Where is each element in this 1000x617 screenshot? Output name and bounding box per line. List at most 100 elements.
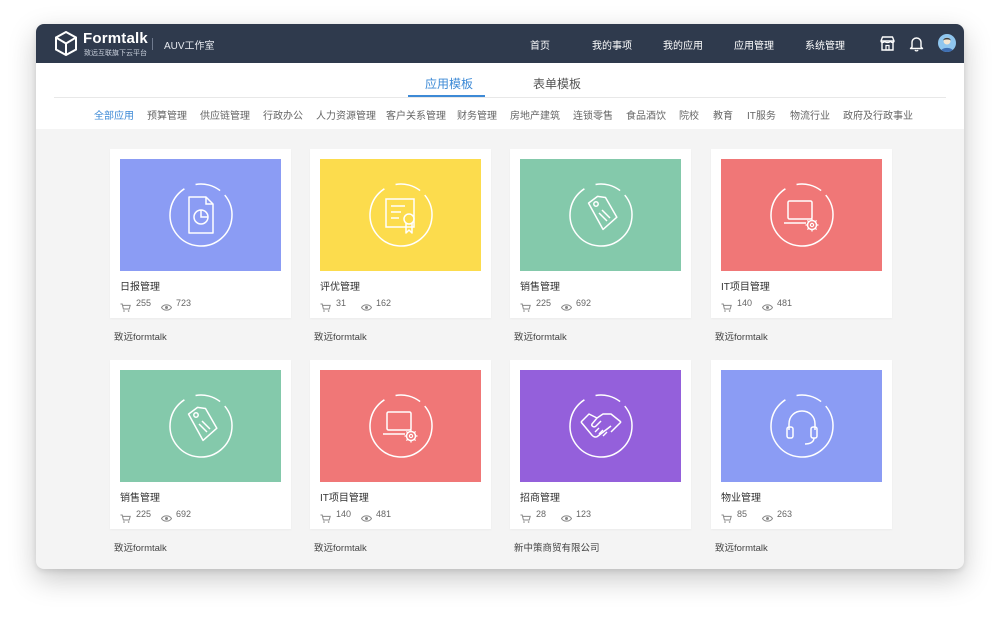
template-author: 新中策商贸有限公司 [514, 543, 600, 554]
nav-app-management[interactable]: 应用管理 [734, 37, 774, 52]
template-card[interactable]: 评优管理 31 162 [310, 149, 491, 318]
template-filter-area: 应用模板 表单模板 全部应用 预算管理 供应链管理 行政办公 人力资源管理 客户… [36, 63, 964, 129]
template-title[interactable]: 日报管理 [120, 278, 160, 293]
category-it-services[interactable]: IT服务 [747, 107, 776, 122]
category-supply-chain[interactable]: 供应链管理 [200, 107, 250, 122]
category-education[interactable]: 教育 [713, 107, 733, 122]
bell-icon[interactable] [908, 35, 925, 52]
eye-icon [761, 510, 774, 522]
logo-divider [152, 38, 153, 50]
view-count: 162 [376, 298, 392, 308]
template-title[interactable]: 物业管理 [721, 489, 761, 504]
template-author: 致远formtalk [514, 332, 567, 343]
template-card[interactable]: 招商管理 28 123 [510, 360, 691, 529]
cart-icon [520, 510, 531, 523]
price-tag-icon [569, 183, 633, 247]
category-crm[interactable]: 客户关系管理 [386, 107, 446, 122]
nav-my-apps[interactable]: 我的应用 [663, 37, 703, 52]
template-card[interactable]: 日报管理 255 723 [110, 149, 291, 318]
category-all[interactable]: 全部应用 [94, 107, 134, 122]
template-thumbnail[interactable] [320, 159, 481, 271]
template-author: 致远formtalk [114, 543, 167, 554]
view-count: 692 [176, 509, 192, 519]
eye-icon [160, 510, 173, 522]
template-card[interactable]: 销售管理 225 692 [510, 149, 691, 318]
template-card[interactable]: IT项目管理 140 481 [310, 360, 491, 529]
brand-tagline: 致远互联旗下云平台 [84, 50, 147, 57]
template-thumbnail[interactable] [721, 159, 882, 271]
template-thumbnail[interactable] [721, 370, 882, 482]
install-count: 140 [336, 509, 352, 519]
template-title[interactable]: 评优管理 [320, 278, 360, 293]
template-author: 致远formtalk [114, 332, 167, 343]
cart-icon [120, 299, 131, 312]
laptop-gear-icon [369, 394, 433, 458]
category-food-beverage[interactable]: 食品酒饮 [626, 107, 666, 122]
eye-icon [560, 510, 573, 522]
category-retail-chain[interactable]: 连锁零售 [573, 107, 613, 122]
category-finance[interactable]: 财务管理 [457, 107, 497, 122]
category-government[interactable]: 政府及行政事业 [843, 107, 913, 122]
install-count: 140 [737, 298, 753, 308]
template-title[interactable]: 销售管理 [120, 489, 160, 504]
laptop-gear-icon [770, 183, 834, 247]
user-avatar-icon [940, 37, 954, 52]
eye-icon [560, 299, 573, 311]
template-card[interactable]: 销售管理 225 692 [110, 360, 291, 529]
cart-icon [721, 510, 732, 523]
view-count: 692 [576, 298, 592, 308]
category-real-estate[interactable]: 房地产建筑 [510, 107, 560, 122]
category-budget[interactable]: 预算管理 [147, 107, 187, 122]
install-count: 28 [536, 509, 547, 519]
template-thumbnail[interactable] [120, 159, 281, 271]
view-count: 723 [176, 298, 192, 308]
app-window: Formtalk 致远互联旗下云平台 AUV工作室 首页 我的事项 我的应用 应… [36, 24, 964, 569]
nav-system-management[interactable]: 系统管理 [805, 37, 845, 52]
template-title[interactable]: IT项目管理 [320, 489, 369, 504]
install-count: 225 [536, 298, 552, 308]
top-navbar: Formtalk 致远互联旗下云平台 AUV工作室 首页 我的事项 我的应用 应… [36, 24, 964, 63]
view-count: 123 [576, 509, 592, 519]
tab-divider [54, 97, 946, 98]
view-count: 481 [777, 298, 793, 308]
eye-icon [761, 299, 774, 311]
category-colleges[interactable]: 院校 [679, 107, 699, 122]
view-count: 263 [777, 509, 793, 519]
template-thumbnail[interactable] [320, 370, 481, 482]
store-icon[interactable] [879, 35, 896, 52]
template-card[interactable]: 物业管理 85 263 [711, 360, 892, 529]
tab-app-templates[interactable]: 应用模板 [425, 75, 473, 92]
template-thumbnail[interactable] [120, 370, 281, 482]
install-count: 31 [336, 298, 347, 308]
cart-icon [320, 299, 331, 312]
eye-icon [360, 510, 373, 522]
template-author: 致远formtalk [715, 543, 768, 554]
template-title[interactable]: 销售管理 [520, 278, 560, 293]
install-count: 85 [737, 509, 748, 519]
template-author: 致远formtalk [314, 332, 367, 343]
user-avatar[interactable] [938, 34, 956, 52]
price-tag-icon [169, 394, 233, 458]
category-logistics[interactable]: 物流行业 [790, 107, 830, 122]
brand-name[interactable]: Formtalk [83, 30, 148, 47]
nav-home[interactable]: 首页 [530, 37, 550, 52]
install-count: 225 [136, 509, 152, 519]
template-title[interactable]: 招商管理 [520, 489, 560, 504]
headset-icon [770, 394, 834, 458]
nav-my-tasks[interactable]: 我的事项 [592, 37, 632, 52]
handshake-icon [569, 394, 633, 458]
cart-icon [721, 299, 732, 312]
formtalk-logo-icon[interactable] [54, 31, 78, 56]
install-count: 255 [136, 298, 152, 308]
category-office-admin[interactable]: 行政办公 [263, 107, 303, 122]
cart-icon [120, 510, 131, 523]
template-card[interactable]: IT项目管理 140 481 [711, 149, 892, 318]
certificate-icon [369, 183, 433, 247]
template-thumbnail[interactable] [520, 370, 681, 482]
cart-icon [520, 299, 531, 312]
tab-form-templates[interactable]: 表单模板 [533, 75, 581, 92]
template-thumbnail[interactable] [520, 159, 681, 271]
category-hr[interactable]: 人力资源管理 [316, 107, 376, 122]
workspace-name[interactable]: AUV工作室 [164, 37, 215, 52]
template-title[interactable]: IT项目管理 [721, 278, 770, 293]
